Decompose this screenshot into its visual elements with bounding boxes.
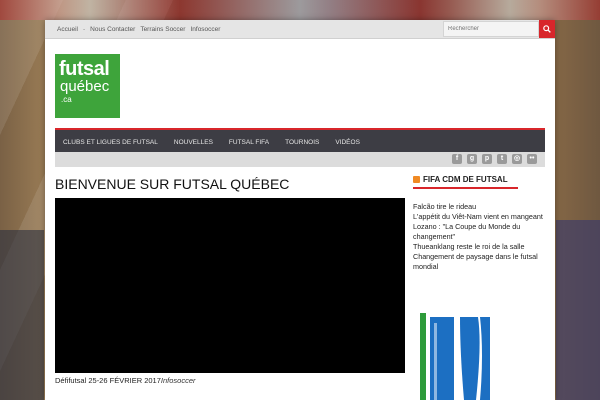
social-icons: f g p t ◎ ••	[452, 154, 537, 164]
flickr-icon[interactable]: ••	[527, 154, 537, 164]
news-item[interactable]: Lozano : "La Coupe du Monde du changemen…	[413, 222, 545, 242]
sidebar: FIFA CDM DE FUTSAL Falcão tire le rideau…	[413, 175, 545, 272]
news-item[interactable]: L'appétit du Viêt-Nam vient en mangeant	[413, 212, 545, 222]
facebook-icon[interactable]: f	[452, 154, 462, 164]
main-navigation: CLUBS ET LIGUES DE FUTSAL NOUVELLES FUTS…	[55, 128, 545, 154]
search-button[interactable]	[539, 20, 555, 38]
caption-text: Défifutsal 25-26 FÉVRIER 2017	[55, 376, 161, 385]
news-item[interactable]: Thueanklang reste le roi de la salle	[413, 242, 545, 252]
instagram-icon[interactable]: ◎	[512, 154, 522, 164]
nav-nouvelles[interactable]: NOUVELLES	[166, 139, 221, 146]
page-container: Accueil - Nous Contacter Terrains Soccer…	[45, 20, 555, 400]
social-bar: f g p t ◎ ••	[55, 152, 545, 167]
top-bar: Accueil - Nous Contacter Terrains Soccer…	[45, 20, 555, 39]
widget-title: FIFA CDM DE FUTSAL	[413, 175, 518, 189]
background-figure-right	[556, 220, 600, 400]
page-title: BIENVENUE SUR FUTSAL QUÉBEC	[55, 176, 290, 192]
nav-videos[interactable]: VIDÉOS	[327, 139, 368, 146]
background-figure-left	[0, 230, 44, 400]
search-input[interactable]	[443, 21, 539, 37]
top-navigation: Accueil - Nous Contacter Terrains Soccer…	[57, 20, 220, 38]
logo-text-ca: .ca	[61, 95, 72, 104]
rss-icon[interactable]	[413, 176, 420, 183]
logo-text-futsal: futsal	[59, 58, 110, 80]
topnav-contact[interactable]: Nous Contacter	[90, 26, 135, 33]
site-logo[interactable]: futsal québec .ca	[55, 54, 120, 118]
pinterest-icon[interactable]: p	[482, 154, 492, 164]
google-plus-icon[interactable]: g	[467, 154, 477, 164]
caption-source: Infosoccer	[160, 376, 196, 385]
twitter-icon[interactable]: t	[497, 154, 507, 164]
nav-futsal-fifa[interactable]: FUTSAL FIFA	[221, 139, 277, 146]
nav-clubs[interactable]: CLUBS ET LIGUES DE FUTSAL	[55, 139, 166, 146]
topnav-accueil[interactable]: Accueil	[57, 26, 78, 33]
topnav-infosoccer[interactable]: Infosoccer	[190, 26, 220, 33]
video-player[interactable]	[55, 198, 405, 373]
news-item[interactable]: Changement de paysage dans le futsal mon…	[413, 252, 545, 272]
news-list: Falcão tire le rideau L'appétit du Viêt-…	[413, 202, 545, 272]
video-caption: Défifutsal 25-26 FÉVRIER 2017Infosoccer	[55, 376, 196, 385]
sidebar-logo-image[interactable]	[420, 313, 500, 400]
background-banner	[0, 0, 600, 20]
logo-text-quebec: québec	[60, 78, 110, 95]
topnav-terrains[interactable]: Terrains Soccer	[140, 26, 185, 33]
nav-tournois[interactable]: TOURNOIS	[277, 139, 327, 146]
search-icon	[543, 25, 551, 33]
separator: -	[82, 25, 86, 33]
news-item[interactable]: Falcão tire le rideau	[413, 202, 545, 212]
widget-title-text: FIFA CDM DE FUTSAL	[423, 175, 508, 184]
